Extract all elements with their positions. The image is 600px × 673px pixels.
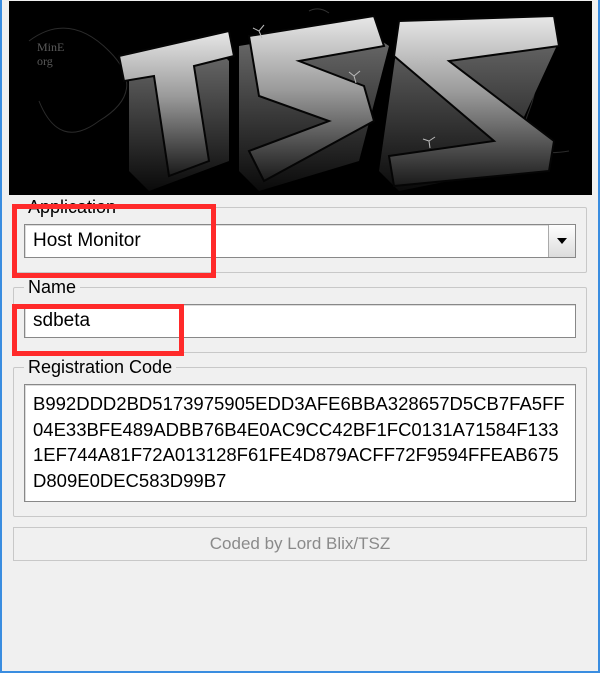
legend-application: Application — [24, 197, 120, 218]
fieldset-registration: Registration Code B992DDD2BD5173975905ED… — [13, 367, 587, 517]
fieldset-application: Application — [13, 207, 587, 273]
application-selected[interactable] — [25, 225, 548, 257]
banner-logo: MinE org — [9, 1, 592, 195]
svg-text:org: org — [37, 54, 53, 68]
name-input[interactable] — [24, 304, 576, 338]
form-area: Application Name Registration Code B992D… — [3, 195, 597, 517]
application-combo[interactable] — [24, 224, 576, 258]
footer-credit: Coded by Lord Blix/TSZ — [13, 527, 587, 561]
fieldset-name: Name — [13, 287, 587, 353]
svg-text:MinE: MinE — [37, 40, 64, 54]
registration-code-output[interactable]: B992DDD2BD5173975905EDD3AFE6BBA328657D5C… — [24, 384, 576, 502]
chevron-down-icon — [556, 237, 568, 245]
legend-registration: Registration Code — [24, 357, 176, 378]
legend-name: Name — [24, 277, 80, 298]
keygen-window: MinE org Application Name — [0, 0, 600, 673]
dropdown-button[interactable] — [548, 225, 575, 257]
footer-credit-text: Coded by Lord Blix/TSZ — [210, 534, 390, 554]
